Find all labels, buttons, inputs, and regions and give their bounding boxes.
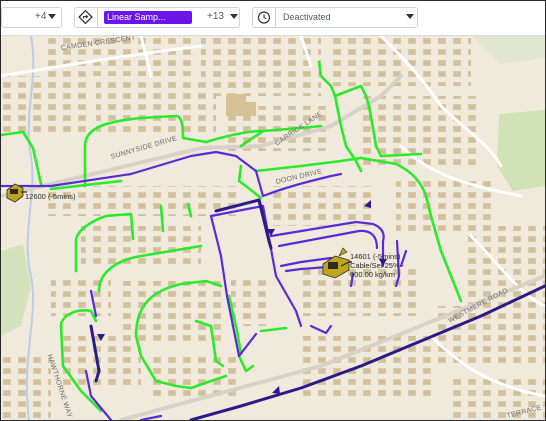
status-filter-dropdown[interactable]: Deactivated: [252, 7, 418, 28]
route-filter-dropdown[interactable]: Linear Samp... +13: [74, 7, 240, 28]
route-extra-count: +13: [207, 11, 224, 22]
clock-icon: [253, 8, 276, 27]
vehicle-label-line-3: 600.00 kg/km: [350, 270, 396, 279]
vehicle-label-left-text: 12600 (-5mins): [25, 192, 76, 201]
app-frame: +4 Linear Samp... +13 Deactivated CAMDEN…: [0, 0, 546, 421]
vehicle-label-center: 14601 (-5mins) Cable/Sel 25% - 600.00 kg…: [350, 252, 404, 279]
chevron-down-icon: [406, 14, 414, 19]
chevron-down-icon: [48, 14, 56, 19]
vehicle-label-left: 12600 (-5mins): [25, 192, 75, 201]
filter-dropdown-1[interactable]: +4: [1, 7, 62, 28]
vehicle-label-line-1: 14601 (-5mins): [350, 252, 401, 261]
filter-toolbar: +4 Linear Samp... +13 Deactivated: [1, 1, 545, 36]
selected-route-chip[interactable]: Linear Samp...: [104, 11, 192, 24]
filter-1-count: +4: [35, 11, 47, 22]
map-view[interactable]: CAMDEN CRESCENT SUNNYSIDE DRIVE CARRICK …: [1, 36, 545, 420]
vehicle-label-line-2: Cable/Sel 25% -: [350, 261, 405, 270]
map-canvas: [1, 36, 545, 420]
status-filter-value: Deactivated: [283, 12, 331, 22]
chevron-down-icon: [230, 14, 238, 19]
route-diamond-icon: [75, 8, 98, 27]
